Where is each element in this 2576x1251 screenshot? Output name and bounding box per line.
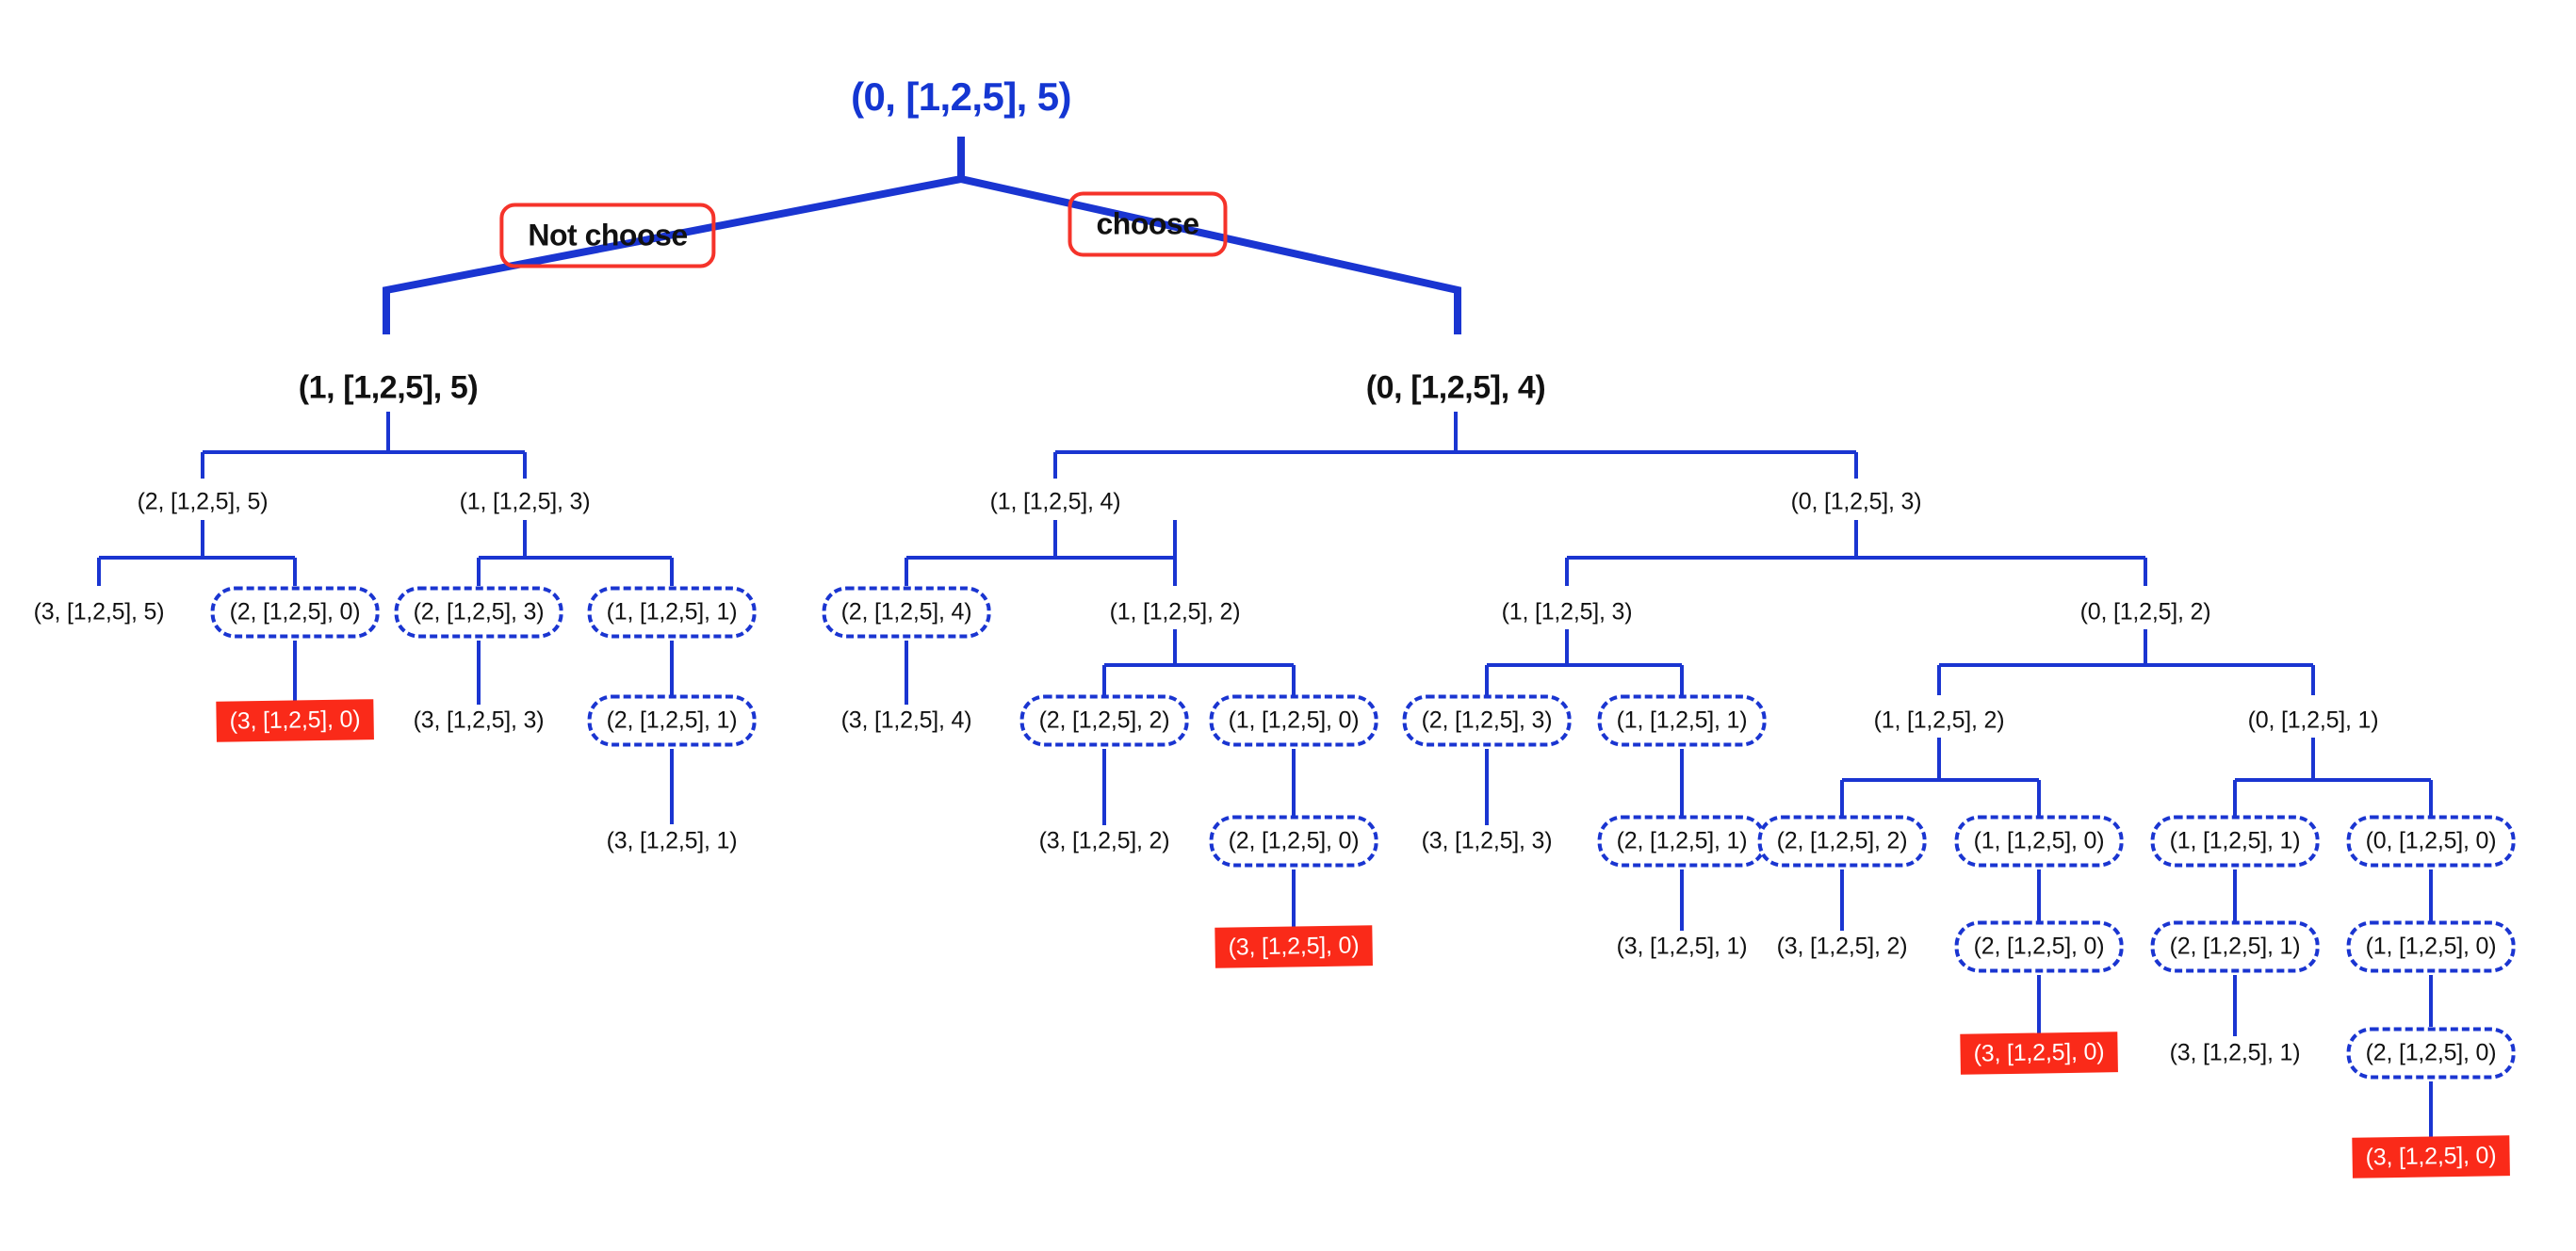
memoized-node: (0, [1,2,5], 0) <box>2346 815 2516 868</box>
tree-node: (3, [1,2,5], 1) <box>1616 933 1748 960</box>
memoized-node: (2, [1,2,5], 1) <box>587 694 757 747</box>
tree-node: (0, [1,2,5], 4) <box>1365 369 1546 406</box>
memoized-node: (2, [1,2,5], 3) <box>394 586 563 639</box>
tree-node: (3, [1,2,5], 1) <box>2169 1039 2301 1066</box>
memoized-node: (1, [1,2,5], 0) <box>2346 920 2516 973</box>
tree-node: (3, [1,2,5], 2) <box>1038 827 1170 854</box>
tree-node: (0, [1,2,5], 1) <box>2247 707 2379 734</box>
base-case-node: (3, [1,2,5], 0) <box>1960 1032 2118 1075</box>
tree-node: (1, [1,2,5], 3) <box>1501 598 1633 626</box>
tree-edge-group <box>1840 738 2041 816</box>
memoized-node: (1, [1,2,5], 0) <box>1954 815 2124 868</box>
tree-node: (2, [1,2,5], 5) <box>137 488 269 515</box>
lbl-not-choose: Not choose <box>499 203 716 268</box>
memoized-node: (2, [1,2,5], 0) <box>2346 1027 2516 1080</box>
tree-node: (0, [1,2,5], 3) <box>1790 488 1922 515</box>
tree-node: (1, [1,2,5], 2) <box>1109 598 1241 626</box>
tree-node: (0, [1,2,5], 2) <box>2079 598 2211 626</box>
tree-edge-group <box>477 520 674 586</box>
tree-node: (3, [1,2,5], 4) <box>840 707 972 734</box>
tree-edge-group <box>2233 738 2433 816</box>
memoized-node: (2, [1,2,5], 1) <box>1597 815 1767 868</box>
base-case-node: (3, [1,2,5], 0) <box>2352 1135 2510 1178</box>
memoized-node: (2, [1,2,5], 3) <box>1402 694 1572 747</box>
recursion-tree-diagram: (0, [1,2,5], 5) (1, [1,2,5], 5) (0, [1,2,5… <box>0 0 2576 1251</box>
tree-node: (3, [1,2,5], 5) <box>33 598 165 626</box>
memoized-node: (1, [1,2,5], 1) <box>2150 815 2320 868</box>
tree-node: (1, [1,2,5], 4) <box>989 488 1121 515</box>
memoized-node: (2, [1,2,5], 0) <box>1954 920 2124 973</box>
tree-node: (1, [1,2,5], 2) <box>1873 707 2005 734</box>
memoized-node: (2, [1,2,5], 2) <box>1019 694 1189 747</box>
tree-edge-group <box>1937 629 2315 695</box>
tree-edge-group <box>1565 520 2147 586</box>
tree-edge-group <box>1485 629 1684 695</box>
base-case-node: (3, [1,2,5], 0) <box>1215 925 1373 968</box>
memoized-node: (2, [1,2,5], 0) <box>210 586 380 639</box>
memoized-node: (2, [1,2,5], 1) <box>2150 920 2320 973</box>
tree-node: (3, [1,2,5], 2) <box>1776 933 1908 960</box>
tree-node: (3, [1,2,5], 3) <box>1421 827 1553 854</box>
base-case-node: (3, [1,2,5], 0) <box>216 699 374 742</box>
lbl-choose: choose <box>1068 191 1228 257</box>
tree-node: (1, [1,2,5], 3) <box>459 488 591 515</box>
memoized-node: (2, [1,2,5], 0) <box>1209 815 1378 868</box>
tree-edge-group <box>201 412 527 479</box>
tree-edge-group <box>1102 629 1296 695</box>
root-node: (0, [1,2,5], 5) <box>851 74 1071 119</box>
memoized-node: (1, [1,2,5], 1) <box>1597 694 1767 747</box>
tree-node: (1, [1,2,5], 5) <box>298 369 479 406</box>
tree-edge-group <box>905 520 1177 586</box>
memoized-node: (2, [1,2,5], 4) <box>822 586 991 639</box>
tree-edge-group <box>1053 412 1858 479</box>
memoized-node: (1, [1,2,5], 0) <box>1209 694 1378 747</box>
tree-node: (3, [1,2,5], 1) <box>606 827 738 854</box>
tree-edge-group <box>97 520 297 586</box>
tree-node: (3, [1,2,5], 3) <box>413 707 545 734</box>
memoized-node: (2, [1,2,5], 2) <box>1757 815 1927 868</box>
memoized-node: (1, [1,2,5], 1) <box>587 586 757 639</box>
